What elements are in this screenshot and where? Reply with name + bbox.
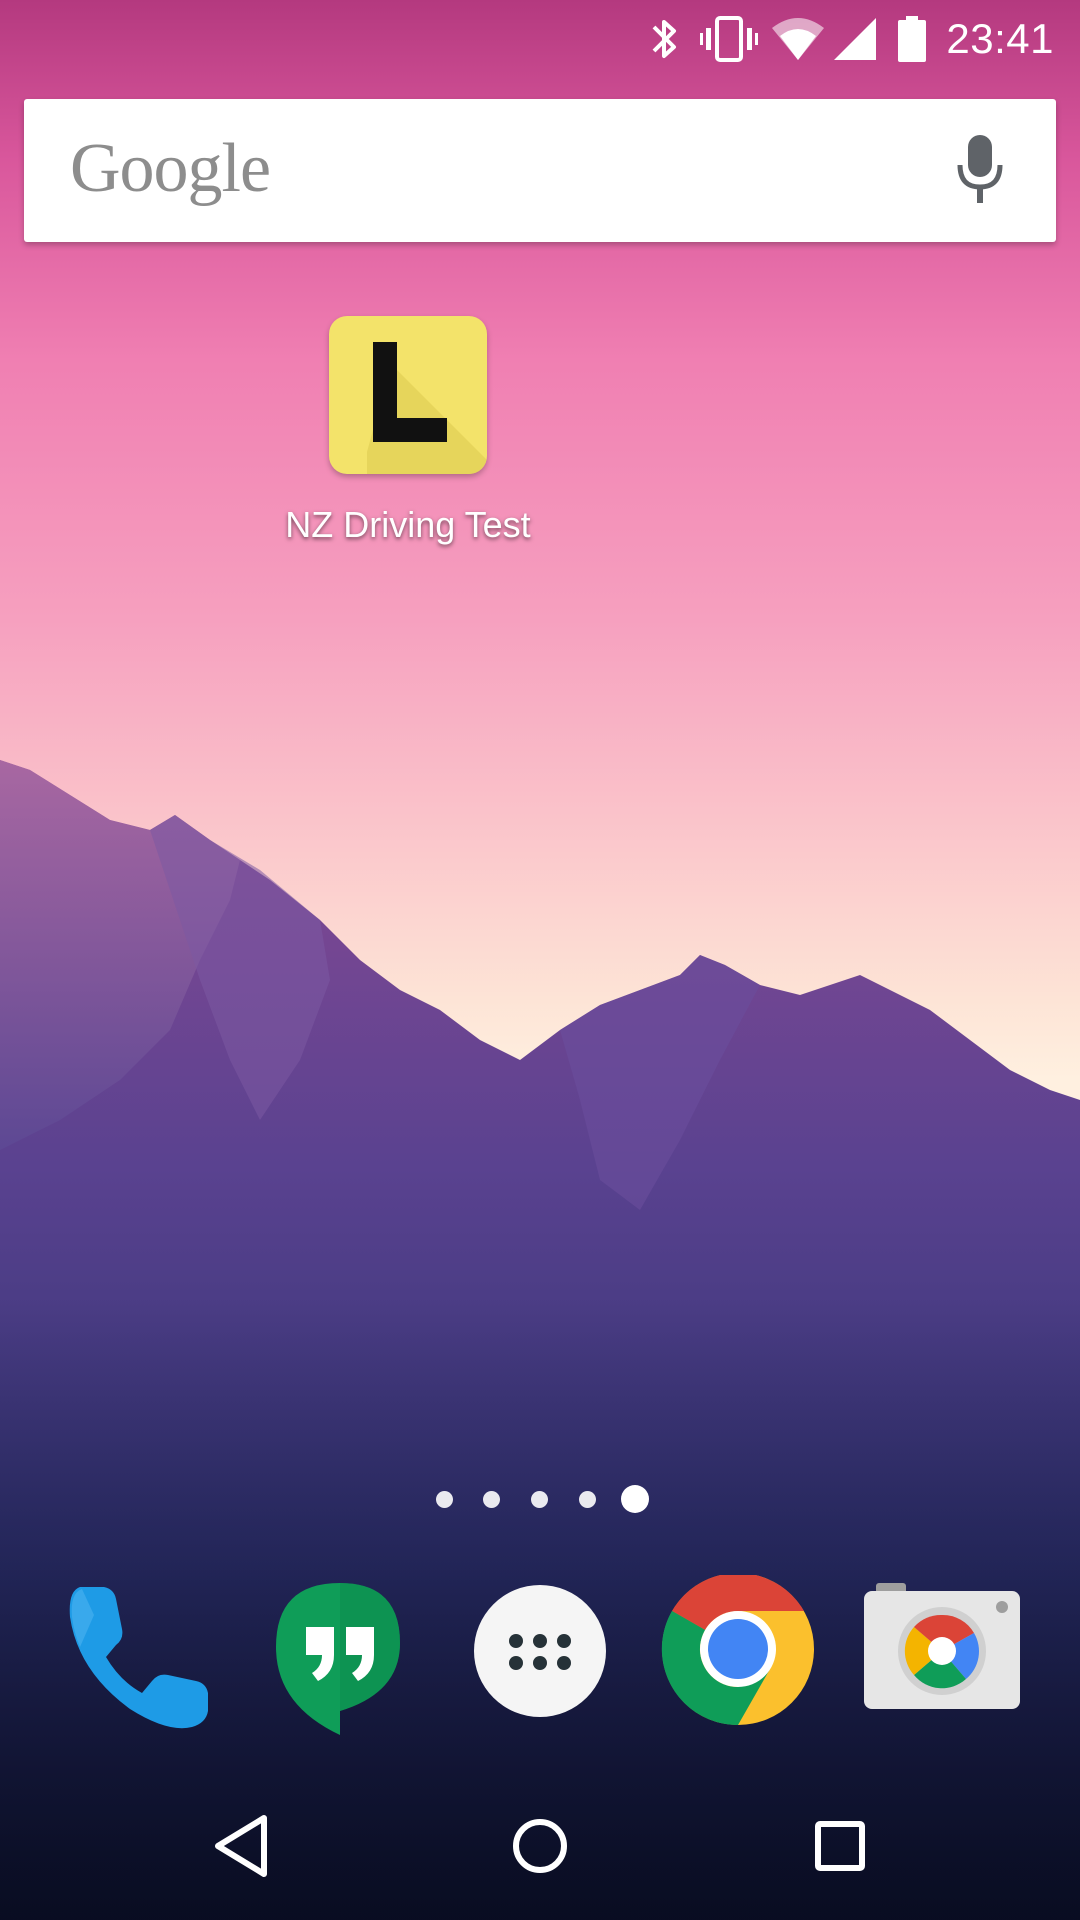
page-dot — [483, 1491, 500, 1508]
google-logo: Google — [70, 130, 271, 207]
app-label: NZ Driving Test — [285, 504, 531, 545]
recents-icon[interactable] — [785, 1796, 895, 1896]
dock-hangouts[interactable] — [260, 1575, 420, 1735]
page-dot — [436, 1491, 453, 1508]
app-drawer-icon — [474, 1585, 606, 1717]
vibrate-icon — [700, 16, 758, 62]
google-search-bar[interactable]: Google — [24, 99, 1056, 242]
phone-icon — [69, 1587, 208, 1729]
learner-l-icon — [329, 316, 487, 474]
home-screen: 23:41 Google NZ Driving Test — [0, 0, 1080, 1920]
wifi-icon — [772, 18, 824, 60]
bluetooth-icon — [652, 20, 676, 58]
dock-phone[interactable] — [60, 1575, 220, 1735]
cell-signal-icon — [834, 18, 876, 60]
camera-icon — [864, 1583, 1020, 1709]
nav-bar — [0, 1776, 1080, 1920]
status-bar: 23:41 — [0, 0, 1080, 78]
dock-app-drawer[interactable] — [460, 1575, 620, 1735]
page-dot-active — [621, 1485, 649, 1513]
battery-icon — [898, 16, 926, 62]
dock-chrome[interactable] — [660, 1572, 820, 1735]
app-shortcut-nz-driving-test[interactable]: NZ Driving Test — [268, 313, 548, 553]
page-indicator — [425, 1483, 665, 1517]
mic-icon[interactable] — [956, 135, 1004, 205]
dock-camera[interactable] — [862, 1575, 1022, 1735]
hangouts-icon — [276, 1583, 400, 1735]
home-icon[interactable] — [485, 1796, 595, 1896]
status-time: 23:41 — [946, 15, 1054, 62]
page-dot — [531, 1491, 548, 1508]
back-icon[interactable] — [186, 1796, 296, 1896]
page-dot — [579, 1491, 596, 1508]
chrome-icon — [661, 1572, 814, 1726]
